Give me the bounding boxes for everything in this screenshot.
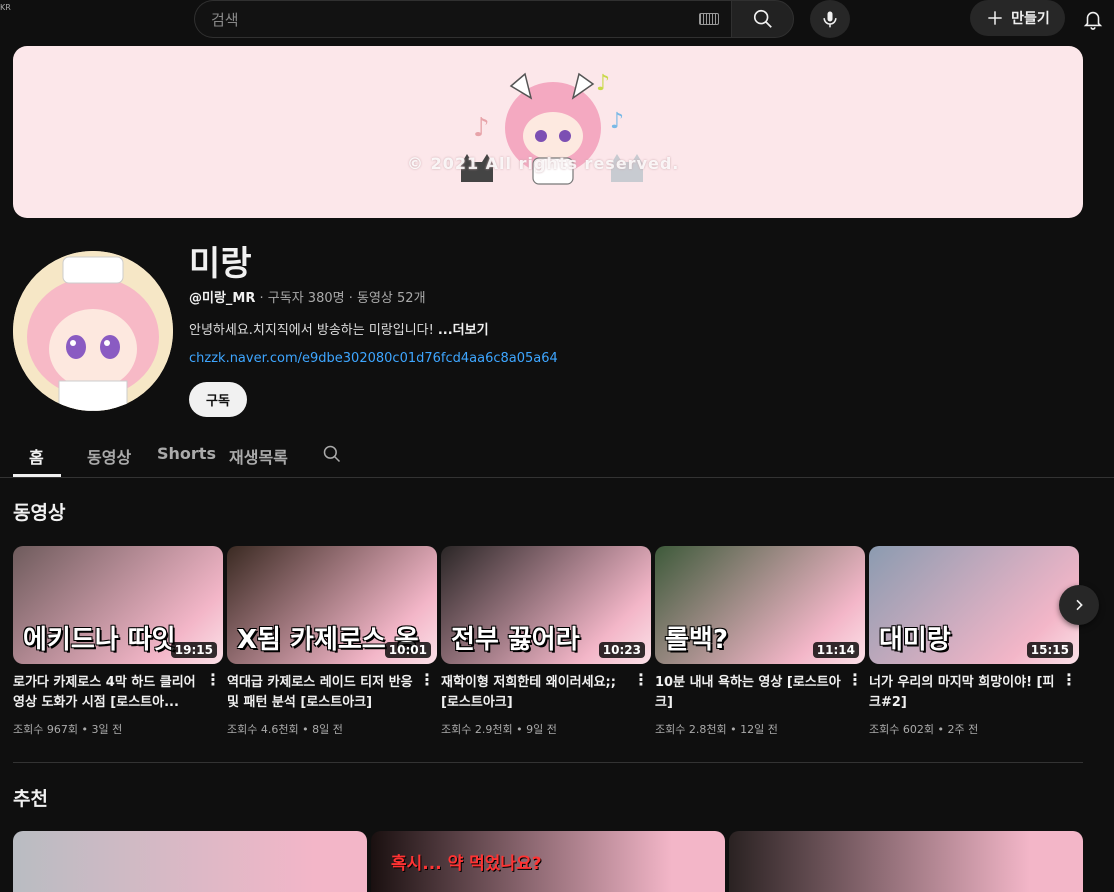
tab-shorts[interactable]: Shorts	[157, 444, 216, 463]
create-label: 만들기	[1011, 11, 1050, 27]
video-card[interactable]: 대미랑 15:15 너가 우리의 마지막 희망이야! [피크#2] ⋮ 조회수 …	[869, 546, 1079, 737]
keyboard-icon[interactable]	[699, 13, 719, 25]
more-button[interactable]: ...더보기	[438, 323, 489, 338]
description-text: 안녕하세요.치지직에서 방송하는 미랑입니다!	[189, 323, 434, 338]
thumbnail-caption: 전부 끓어라	[451, 625, 580, 655]
video-title[interactable]: 재학이형 저희한테 왜이러세요;; [로스트아크]	[441, 673, 629, 713]
svg-text:♪: ♪	[610, 109, 624, 134]
notifications-button[interactable]	[1078, 4, 1108, 34]
channel-handle: @미랑_MR	[189, 291, 256, 306]
search-button[interactable]	[731, 0, 794, 38]
plus-icon	[988, 11, 1002, 25]
meta-separator: ·	[348, 291, 353, 306]
video-title[interactable]: 10분 내내 욕하는 영상 [로스트아크]	[655, 673, 843, 713]
kebab-menu-icon[interactable]: ⋮	[1061, 670, 1077, 689]
channel-description: 안녕하세요.치지직에서 방송하는 미랑입니다! ...더보기	[189, 319, 489, 338]
section-divider	[13, 762, 1083, 763]
subscribe-button[interactable]: 구독	[189, 382, 247, 417]
search-input[interactable]: 검색	[194, 0, 731, 38]
view-count: 조회수 4.6천회	[227, 723, 299, 736]
videos-section-title: 동영상	[13, 502, 66, 524]
tab-home[interactable]: 홈	[29, 444, 44, 468]
channel-name: 미랑	[189, 244, 252, 284]
kebab-menu-icon[interactable]: ⋮	[847, 670, 863, 689]
recommended-thumbnail[interactable]: 혹시... 약 먹었나요?	[371, 831, 725, 892]
recommended-section-title: 추천	[13, 788, 48, 810]
video-thumbnail[interactable]: 에키드나 따잇 19:15	[13, 546, 223, 664]
banner-character-illustration: ♪ ♪ ♪	[461, 71, 643, 185]
meta-separator: ·	[259, 291, 264, 306]
tab-search-button[interactable]	[322, 444, 342, 468]
video-duration: 10:01	[384, 642, 431, 658]
video-meta: 조회수 2.9천회 • 9일 전	[441, 723, 557, 736]
thumbnail-caption: 롤백?	[665, 625, 728, 655]
banner-watermark: © 2021 All rights reserved.	[407, 154, 680, 173]
recommended-thumbnail[interactable]	[729, 831, 1083, 892]
channel-banner: ♪ ♪ ♪ © 2021 All rights reserved.	[13, 46, 1083, 218]
upload-age: 3일 전	[91, 723, 123, 736]
video-card[interactable]: 전부 끓어라 10:23 재학이형 저희한테 왜이러세요;; [로스트아크] ⋮…	[441, 546, 651, 737]
upload-age: 2주 전	[947, 723, 979, 736]
video-thumbnail[interactable]: 대미랑 15:15	[869, 546, 1079, 664]
video-meta: 조회수 2.8천회 • 12일 전	[655, 723, 778, 736]
upload-age: 12일 전	[740, 723, 778, 736]
svg-text:♪: ♪	[596, 71, 610, 96]
video-duration: 11:14	[812, 642, 859, 658]
recommended-thumbnail[interactable]	[13, 831, 367, 892]
view-count: 조회수 967회	[13, 723, 78, 736]
video-meta: 조회수 602회 • 2주 전	[869, 723, 979, 736]
avatar-illustration	[13, 251, 173, 411]
video-title[interactable]: 역대급 카제로스 레이드 티저 반응 및 패턴 분석 [로스트아크]	[227, 673, 415, 713]
video-card[interactable]: 에키드나 따잇 19:15 로가다 카제로스 4막 하드 클리어 영상 도화가 …	[13, 546, 223, 737]
channel-tabs: 홈 동영상 Shorts 재생목록	[0, 436, 1114, 478]
mic-icon	[823, 11, 837, 28]
view-count: 조회수 602회	[869, 723, 934, 736]
svg-text:♪: ♪	[473, 113, 490, 143]
view-count: 조회수 2.8천회	[655, 723, 727, 736]
kebab-menu-icon[interactable]: ⋮	[205, 670, 221, 689]
video-duration: 19:15	[170, 642, 217, 658]
video-meta: 조회수 967회 • 3일 전	[13, 723, 123, 736]
video-duration: 15:15	[1026, 642, 1073, 658]
shelf-next-button[interactable]	[1059, 585, 1099, 625]
thumbnail-caption: 에키드나 따잇	[23, 625, 176, 655]
video-thumbnail[interactable]: X됨 카제로스 옹 10:01	[227, 546, 437, 664]
active-tab-indicator	[13, 474, 61, 477]
channel-avatar[interactable]	[13, 251, 173, 411]
voice-search-button[interactable]	[810, 0, 850, 38]
kebab-menu-icon[interactable]: ⋮	[633, 670, 649, 689]
video-title[interactable]: 로가다 카제로스 4막 하드 클리어 영상 도화가 시점 [로스트아...	[13, 673, 201, 713]
video-thumbnail[interactable]: 전부 끓어라 10:23	[441, 546, 651, 664]
subscriber-count: 구독자 380명	[267, 291, 345, 306]
upload-age: 9일 전	[526, 723, 557, 736]
tab-playlists[interactable]: 재생목록	[229, 444, 288, 468]
chevron-right-icon	[1076, 599, 1083, 611]
channel-link[interactable]: chzzk.naver.com/e9dbe302080c01d76fcd4aa6…	[189, 351, 558, 366]
search-icon	[323, 445, 341, 463]
tab-videos[interactable]: 동영상	[87, 444, 131, 468]
search-placeholder: 검색	[211, 10, 239, 29]
upload-age: 8일 전	[312, 723, 343, 736]
video-card[interactable]: X됨 카제로스 옹 10:01 역대급 카제로스 레이드 티저 반응 및 패턴 …	[227, 546, 437, 737]
video-duration: 10:23	[598, 642, 645, 658]
create-button[interactable]: 만들기	[970, 0, 1065, 36]
thumbnail-caption: 대미랑	[879, 625, 951, 655]
video-count: 동영상 52개	[357, 291, 426, 306]
video-thumbnail[interactable]: 롤백? 11:14	[655, 546, 865, 664]
channel-meta: @미랑_MR · 구독자 380명 · 동영상 52개	[189, 287, 426, 306]
thumbnail-caption: 혹시... 약 먹었나요?	[391, 854, 542, 874]
video-title[interactable]: 너가 우리의 마지막 희망이야! [피크#2]	[869, 673, 1057, 713]
view-count: 조회수 2.9천회	[441, 723, 513, 736]
top-header: 검색 만들기	[0, 0, 1114, 38]
video-card[interactable]: 롤백? 11:14 10분 내내 욕하는 영상 [로스트아크] ⋮ 조회수 2.…	[655, 546, 865, 737]
search-icon	[753, 9, 772, 28]
kebab-menu-icon[interactable]: ⋮	[419, 670, 435, 689]
bell-icon	[1083, 11, 1103, 30]
video-meta: 조회수 4.6천회 • 8일 전	[227, 723, 343, 736]
